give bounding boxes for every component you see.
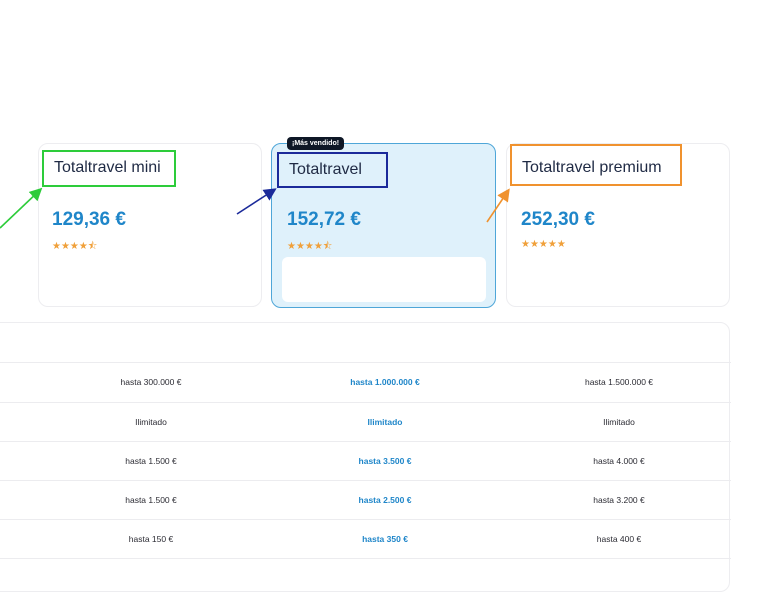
cell-standard: hasta 1.000.000 €	[350, 377, 420, 387]
best-seller-badge: ¡Más vendido!	[287, 137, 345, 150]
arrow-green	[0, 187, 43, 229]
table-row: hasta 300.000 € hasta 1.000.000 € hasta …	[0, 362, 731, 401]
cell-mini: hasta 1.500 €	[125, 495, 177, 505]
cell-mini: hasta 300.000 €	[120, 377, 182, 387]
table-row: hasta 150 € hasta 350 € hasta 400 €	[0, 519, 731, 558]
plan-price-standard: 152,72 €	[287, 209, 361, 230]
table-row	[0, 558, 731, 597]
table-row: hasta 1.500 € hasta 3.500 € hasta 4.000 …	[0, 441, 731, 480]
rating-stars-standard: ★★★★⯪	[287, 241, 333, 252]
cell-standard: hasta 3.500 €	[358, 456, 412, 466]
plan-price-mini: 129,36 €	[52, 209, 126, 230]
rating-stars-mini: ★★★★⯪	[52, 241, 98, 252]
cell-standard: hasta 350 €	[362, 534, 408, 544]
plan-price-premium: 252,30 €	[521, 209, 595, 230]
table-row: Ilimitado Ilimitado Ilimitado	[0, 402, 731, 441]
comparison-table: hasta 300.000 € hasta 1.000.000 € hasta …	[0, 322, 731, 592]
cell-mini: hasta 150 €	[128, 534, 174, 544]
cell-premium: hasta 400 €	[596, 534, 642, 544]
cell-mini: hasta 1.500 €	[125, 456, 177, 466]
plan-name-premium: Totaltravel premium	[510, 144, 682, 186]
cell-standard: Ilimitado	[367, 417, 403, 427]
featured-card-panel	[282, 257, 486, 302]
plan-name-mini: Totaltravel mini	[42, 150, 176, 187]
cell-standard: hasta 2.500 €	[358, 495, 412, 505]
cell-premium: Ilimitado	[603, 417, 635, 427]
cell-mini: Ilimitado	[135, 417, 167, 427]
rating-stars-premium: ★★★★★	[521, 239, 566, 250]
cell-premium: hasta 3.200 €	[593, 495, 645, 505]
cell-premium: hasta 4.000 €	[593, 456, 645, 466]
cell-premium: hasta 1.500.000 €	[584, 377, 654, 387]
plan-name-standard: Totaltravel	[277, 152, 388, 188]
table-row: hasta 1.500 € hasta 2.500 € hasta 3.200 …	[0, 480, 731, 519]
